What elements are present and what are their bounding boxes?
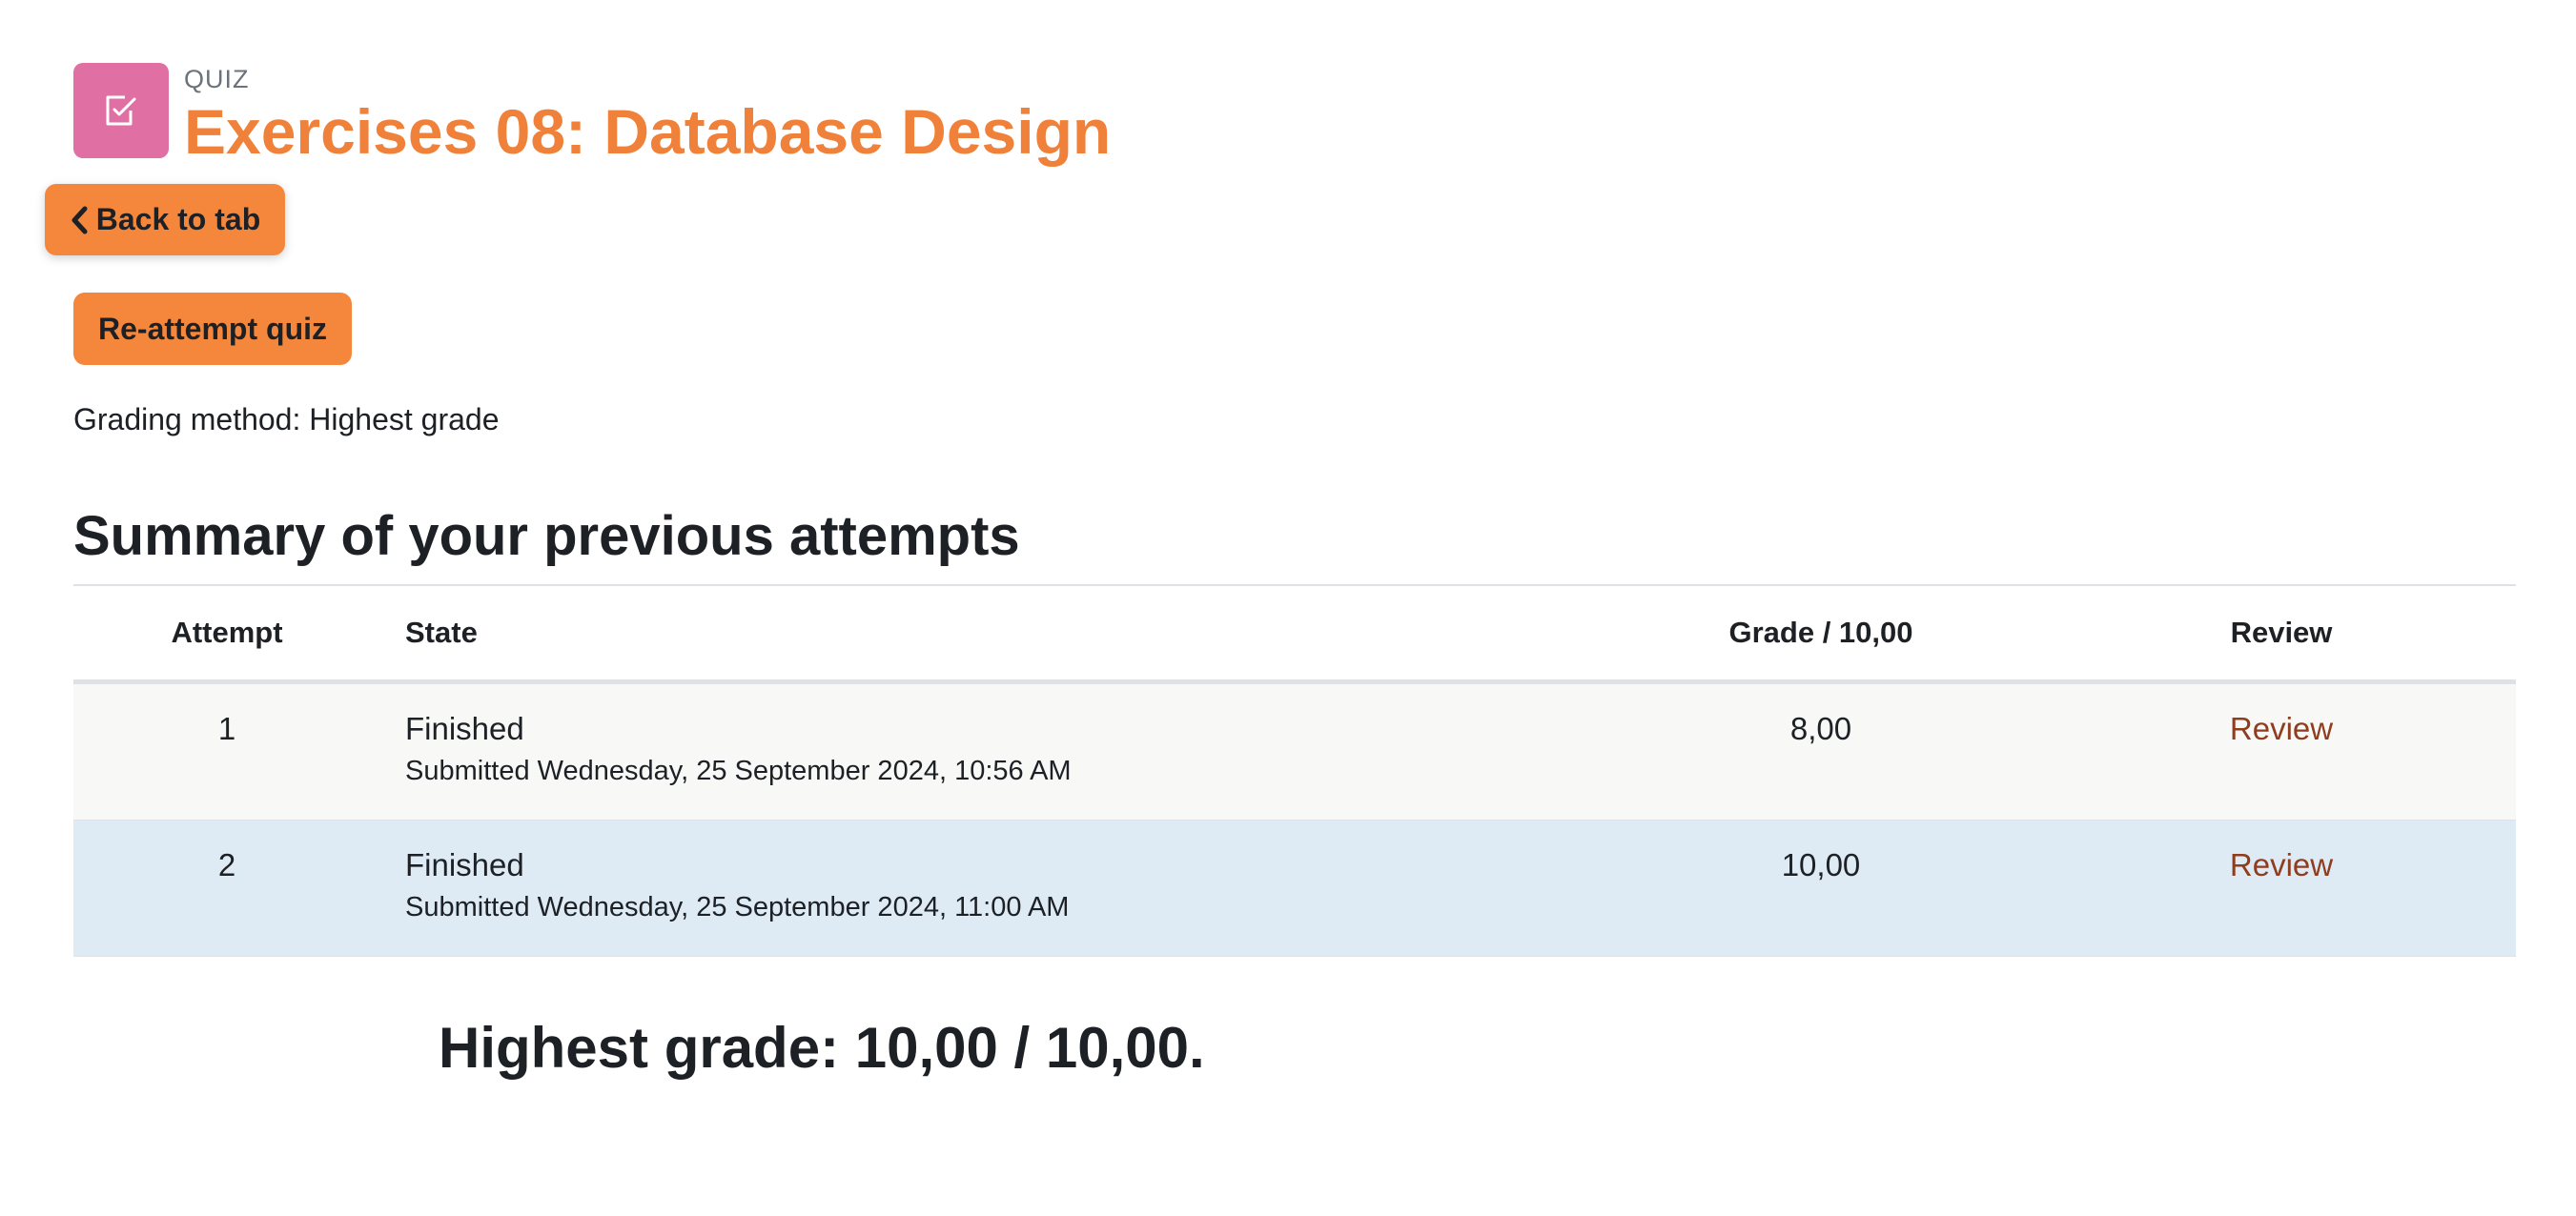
attempt-number: 1	[217, 711, 236, 746]
table-header-row: Attempt State Grade / 10,00 Review	[73, 586, 2516, 684]
submitted-timestamp: Submitted Wednesday, 25 September 2024, …	[405, 892, 1070, 922]
column-header-attempt: Attempt	[171, 616, 283, 649]
chevron-left-icon	[70, 206, 89, 234]
column-header-review: Review	[2230, 616, 2333, 649]
attempt-state: Finished Submitted Wednesday, 25 Septemb…	[380, 821, 1595, 926]
attempt-grade: 10,00	[1781, 847, 1861, 882]
back-to-tab-button[interactable]: Back to tab	[45, 184, 285, 255]
page-header: QUIZ Exercises 08: Database Design	[73, 63, 1111, 170]
attempt-state: Finished Submitted Wednesday, 25 Septemb…	[380, 684, 1595, 790]
page-title: Exercises 08: Database Design	[184, 96, 1112, 167]
title-block: QUIZ Exercises 08: Database Design	[184, 65, 1111, 170]
submitted-timestamp: Submitted Wednesday, 25 September 2024, …	[405, 756, 1072, 786]
column-header-state: State	[405, 616, 478, 649]
quiz-checkbox-icon	[73, 63, 169, 158]
quiz-page: QUIZ Exercises 08: Database Design Back …	[0, 0, 2576, 1216]
review-cell: Review	[2047, 684, 2516, 749]
reattempt-quiz-label: Re-attempt quiz	[98, 311, 327, 346]
column-header-grade: Grade / 10,00	[1728, 616, 1913, 649]
grading-method: Grading method: Highest grade	[73, 402, 500, 436]
activity-type-label: QUIZ	[184, 65, 250, 93]
summary-heading: Summary of your previous attempts	[73, 505, 1020, 567]
state-label: Finished	[405, 847, 524, 882]
review-cell: Review	[2047, 821, 2516, 885]
review-link[interactable]: Review	[2230, 847, 2333, 882]
attempt-number: 2	[217, 847, 236, 882]
back-to-tab-label: Back to tab	[95, 202, 261, 236]
highest-grade-summary: Highest grade: 10,00 / 10,00.	[439, 1016, 1205, 1080]
reattempt-quiz-button[interactable]: Re-attempt quiz	[73, 293, 352, 365]
state-label: Finished	[405, 711, 524, 746]
attempt-grade: 8,00	[1789, 711, 1852, 746]
review-link[interactable]: Review	[2230, 711, 2333, 746]
attempts-table: Attempt State Grade / 10,00 Review 1 Fin…	[73, 584, 2516, 957]
table-row: 2 Finished Submitted Wednesday, 25 Septe…	[73, 821, 2516, 957]
table-row: 1 Finished Submitted Wednesday, 25 Septe…	[73, 684, 2516, 821]
